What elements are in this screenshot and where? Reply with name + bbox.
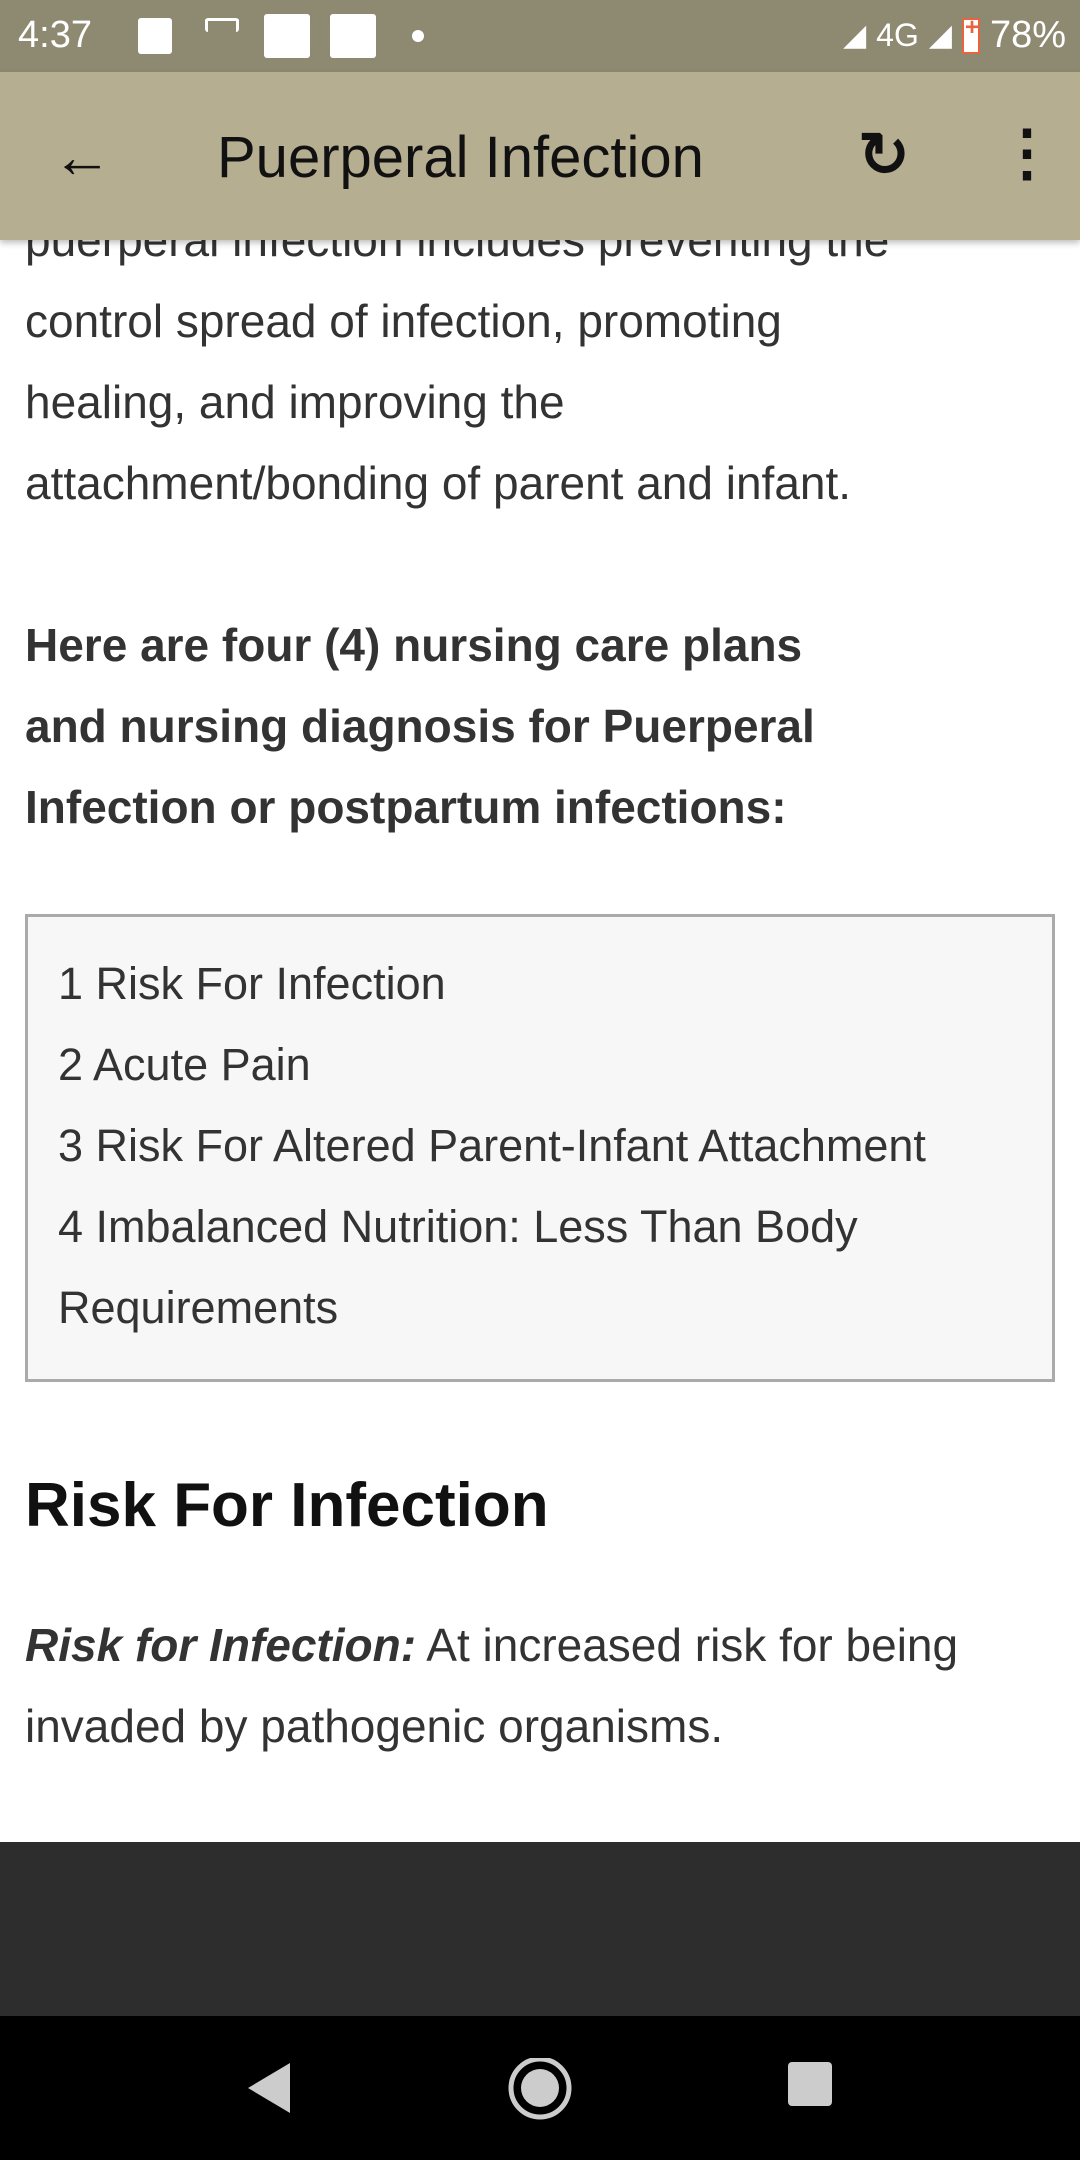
navigation-bar (0, 2016, 1080, 2160)
more-vert-icon[interactable]: ⋮ (996, 116, 1058, 189)
toc-item[interactable]: 4 Imbalanced Nutrition: Less Than Body (58, 1186, 1022, 1267)
status-bar: 4:37 ◢ 4G ◢ 78% (0, 0, 1080, 72)
signal-icon: ◢ (843, 19, 867, 52)
shopping-bag-icon (264, 14, 310, 58)
cast-icon (205, 18, 239, 32)
mosque-icon (330, 14, 376, 58)
gallery-icon (138, 18, 172, 54)
lead-line: Here are four (4) nursing care plans (25, 619, 803, 671)
toc-item[interactable]: 2 Acute Pain (58, 1024, 1022, 1105)
toc-item[interactable]: Requirements (58, 1267, 1022, 1348)
signal-2-icon: ◢ (928, 19, 952, 52)
definition: Risk for Infection: At increased risk fo… (25, 1605, 1055, 1767)
table-of-contents: 1 Risk For Infection 2 Acute Pain 3 Risk… (25, 914, 1055, 1382)
page-title: Puerperal Infection (217, 125, 704, 190)
battery-percent: 78% (989, 14, 1066, 56)
definition-label: Risk for Infection: (25, 1619, 417, 1671)
arrow-left-icon[interactable]: ← (52, 122, 112, 191)
definition-text: invaded by pathogenic organisms. (25, 1700, 724, 1752)
intro-line: control spread of infection, promoting (25, 295, 782, 347)
refresh-icon[interactable]: ↻ (858, 118, 910, 191)
ad-banner-area (0, 1842, 1080, 2016)
network-type: 4G (876, 17, 919, 53)
clock: 4:37 (18, 14, 92, 56)
intro-line: attachment/bonding of parent and infant. (25, 457, 852, 509)
article-content: puerperal infection includes preventing … (25, 200, 1055, 1752)
notification-dot-icon (412, 30, 424, 42)
recents-nav-icon[interactable] (786, 2058, 834, 2106)
back-nav-icon[interactable] (240, 2058, 300, 2118)
app-toolbar: ← Puerperal Infection ↻ ⋮ (0, 72, 1080, 240)
home-nav-icon[interactable] (506, 2058, 574, 2126)
definition-text: At increased risk for being (416, 1619, 959, 1671)
battery-icon (961, 14, 980, 54)
toc-item[interactable]: 3 Risk For Altered Parent-Infant Attachm… (58, 1105, 1022, 1186)
section-heading: Risk For Infection (25, 1471, 549, 1540)
lead-line: Infection or postpartum infections: (25, 781, 787, 833)
toc-item[interactable]: 1 Risk For Infection (58, 943, 1022, 1024)
lead-line: and nursing diagnosis for Puerperal (25, 700, 815, 752)
intro-line: healing, and improving the (25, 376, 565, 428)
